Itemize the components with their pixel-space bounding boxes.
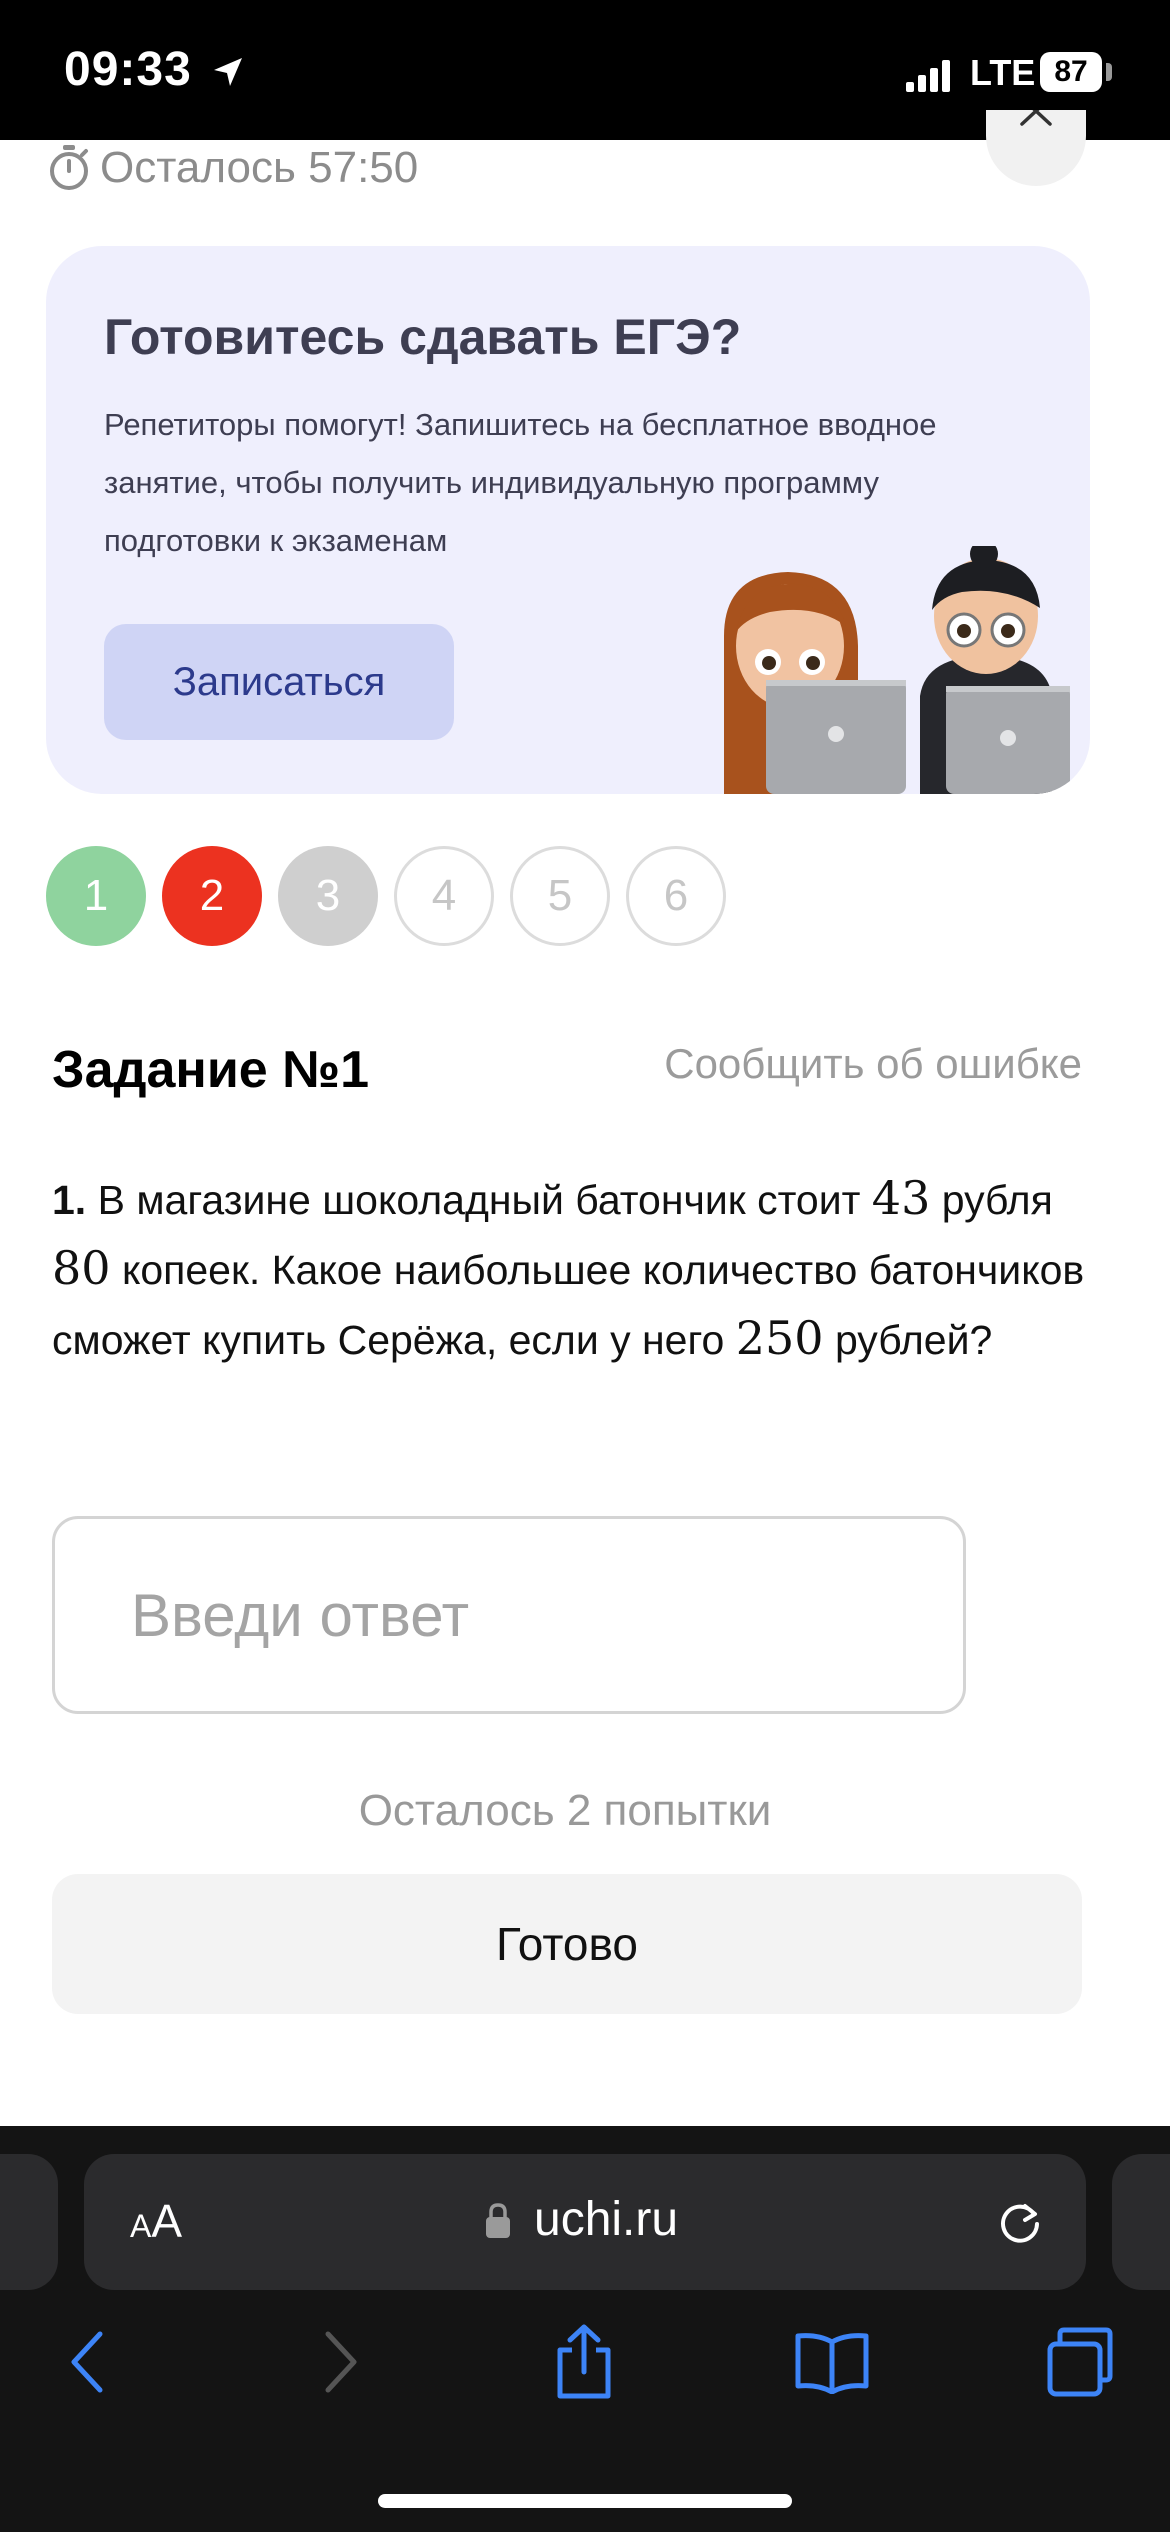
share-icon <box>557 2324 611 2399</box>
question-value-3: 250 <box>735 1311 824 1365</box>
back-icon <box>71 2331 103 2393</box>
step-2[interactable]: 2 <box>162 846 262 946</box>
cellular-signal-icon <box>906 60 950 92</box>
close-icon <box>1020 110 1052 126</box>
text-size-button[interactable]: AA <box>130 2194 182 2248</box>
task-title: Задание №1 <box>52 1041 370 1099</box>
task-progress: 1 2 3 4 5 6 <box>46 846 742 946</box>
back-button[interactable] <box>48 2322 128 2402</box>
tabs-icon <box>1047 2327 1113 2397</box>
address-bar[interactable]: AA uchi.ru <box>84 2154 1086 2290</box>
battery-level: 87 <box>1054 55 1088 88</box>
attempts-remaining: Осталось 2 попытки <box>358 1786 772 1835</box>
question-part-4: рублей? <box>823 1317 993 1363</box>
signup-button[interactable]: Записаться <box>104 624 454 740</box>
battery-tip <box>1106 63 1112 81</box>
tutors-illustration <box>724 546 1070 794</box>
step-1[interactable]: 1 <box>46 846 146 946</box>
bookmarks-icon <box>795 2333 869 2394</box>
lock-icon <box>486 2203 510 2238</box>
question-value-1: 43 <box>871 1171 931 1225</box>
question-text: 1. В магазине шоколадный батончик стоит … <box>52 1164 1092 1374</box>
question-part-1: В магазине шоколадный батончик стоит <box>86 1177 872 1223</box>
timer-label: Осталось 57:50 <box>100 143 419 192</box>
url-text: uchi.ru <box>534 2193 679 2246</box>
step-5[interactable]: 5 <box>510 846 610 946</box>
tabs-button[interactable] <box>1040 2322 1120 2402</box>
timer: Осталось 57:50 <box>46 140 418 196</box>
forward-icon <box>325 2331 357 2393</box>
text-size-small-a: A <box>130 2208 152 2244</box>
submit-button[interactable]: Готово <box>52 1874 1082 2014</box>
question-part-2: рубля <box>930 1177 1053 1223</box>
promo-text: Репетиторы помогут! Запишитесь на беспла… <box>104 407 937 558</box>
promo-banner: Готовитесь сдавать ЕГЭ? Репетиторы помог… <box>46 246 1090 794</box>
battery-icon: 87 <box>1040 52 1102 92</box>
stopwatch-icon <box>50 145 88 190</box>
home-indicator <box>378 2494 792 2508</box>
bookmarks-button[interactable] <box>792 2322 872 2402</box>
close-button[interactable] <box>986 110 1086 186</box>
status-time: 09:33 <box>64 43 192 96</box>
question-number: 1. <box>52 1177 87 1223</box>
answer-input[interactable] <box>52 1516 966 1714</box>
step-3[interactable]: 3 <box>278 846 378 946</box>
promo-title: Готовитесь сдавать ЕГЭ? <box>104 309 742 365</box>
share-button[interactable] <box>544 2322 624 2402</box>
forward-button[interactable] <box>300 2322 380 2402</box>
reload-icon[interactable] <box>994 2196 1046 2248</box>
location-arrow-icon <box>214 58 242 86</box>
step-6[interactable]: 6 <box>626 846 726 946</box>
report-error-link[interactable]: Сообщить об ошибке <box>664 1040 1082 1088</box>
network-type: LTE <box>970 52 1036 93</box>
step-4[interactable]: 4 <box>394 846 494 946</box>
previous-tab-preview[interactable] <box>0 2154 58 2290</box>
question-value-2: 80 <box>52 1241 111 1295</box>
next-tab-preview[interactable] <box>1112 2154 1170 2290</box>
text-size-large-a: A <box>151 2195 183 2247</box>
